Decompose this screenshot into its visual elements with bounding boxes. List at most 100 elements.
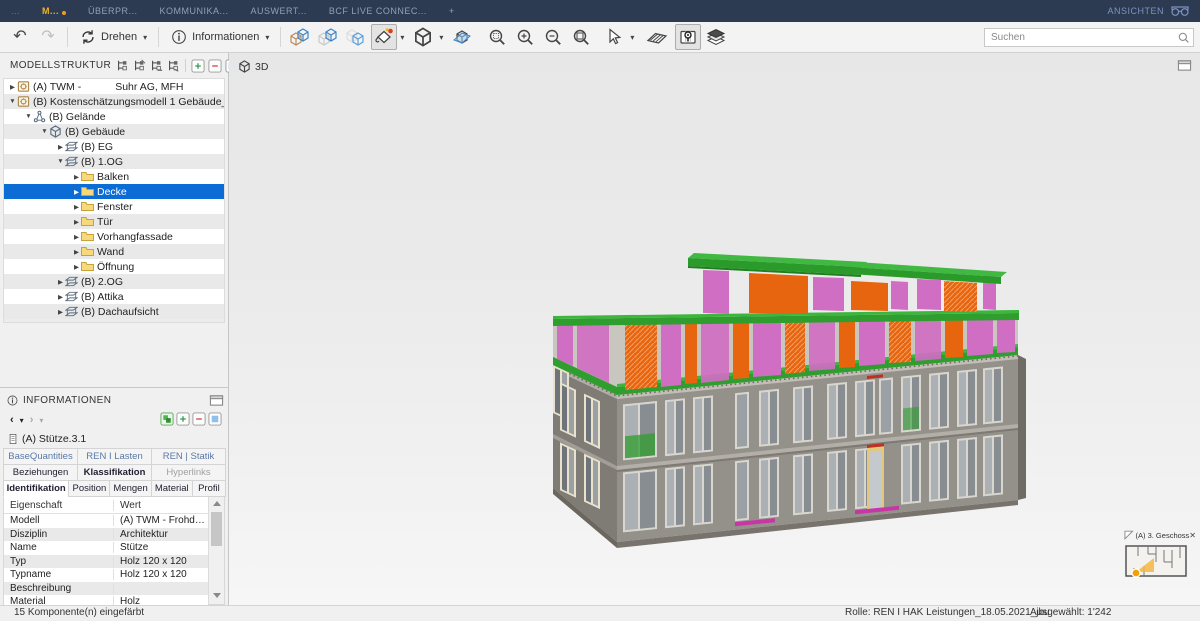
tab-bcf-live-connector[interactable]: BCF LIVE CONNEC...: [318, 6, 438, 16]
chevron-down-icon[interactable]: ▾: [400, 33, 404, 42]
minimap[interactable]: (A) 3. Geschoss ✕: [1124, 528, 1196, 596]
vertical-scrollbar[interactable]: [208, 497, 224, 604]
table-row[interactable]: TypnameHolz 120 x 120: [4, 568, 208, 582]
history-back-menu[interactable]: ▾: [20, 417, 24, 425]
corner-triangle-icon[interactable]: [1124, 530, 1134, 540]
tab-klassifikation[interactable]: Klassifikation: [77, 464, 152, 480]
zoom-in-button[interactable]: [512, 24, 538, 50]
entrance-door[interactable]: [867, 443, 884, 510]
window-icon[interactable]: [209, 393, 224, 408]
tab-ren-statik[interactable]: REN | Statik: [151, 448, 226, 464]
select-box-icon[interactable]: [208, 412, 222, 429]
hide-components-button[interactable]: [343, 24, 369, 50]
table-row[interactable]: NameStütze: [4, 541, 208, 555]
redo-button[interactable]: ↷: [35, 24, 61, 50]
remove-icon[interactable]: [192, 412, 206, 429]
zoom-out-button[interactable]: [540, 24, 566, 50]
penthouse-walls-orange-hatched[interactable]: [944, 281, 977, 312]
tab-identifikation[interactable]: Identifikation: [3, 480, 69, 497]
chevron-right-icon[interactable]: ▶: [72, 263, 81, 271]
chevron-right-icon[interactable]: ▶: [56, 293, 65, 301]
show-all-components-button[interactable]: [287, 24, 313, 50]
maximize-icon[interactable]: [1177, 59, 1192, 72]
remove-icon[interactable]: [207, 58, 222, 73]
colorize-components-icon[interactable]: [160, 412, 174, 429]
tab-hyperlinks[interactable]: Hyperlinks: [151, 464, 226, 480]
tree-item-tuer[interactable]: ▶ Tür: [4, 214, 224, 229]
scroll-thumb[interactable]: [211, 512, 222, 546]
tab-add-button[interactable]: +: [438, 6, 466, 16]
building-model[interactable]: [229, 53, 1200, 605]
table-row[interactable]: Modell(A) TWM - Frohdörfli, Suh...: [4, 514, 208, 528]
section-box-button[interactable]: [449, 24, 475, 50]
tree-item-dachaufsicht[interactable]: ▶ (B) Dachaufsicht: [4, 304, 224, 319]
chevron-right-icon[interactable]: ▶: [72, 188, 81, 196]
minimap-camera-marker[interactable]: [1132, 569, 1140, 577]
layers-button[interactable]: [703, 24, 729, 50]
scroll-up-icon[interactable]: [213, 501, 221, 506]
tree-item-balken[interactable]: ▶ Balken: [4, 169, 224, 184]
chevron-right-icon[interactable]: ▶: [72, 218, 81, 226]
chevron-right-icon[interactable]: ▶: [72, 233, 81, 241]
tree-item-twm[interactable]: ▶ (A) TWM -Suhr AG, MFH: [4, 79, 224, 94]
chevron-right-icon[interactable]: ▶: [72, 248, 81, 256]
chevron-down-icon[interactable]: ▾: [630, 33, 634, 42]
viewport-3d[interactable]: 3D: [229, 53, 1200, 605]
zoom-window-button[interactable]: [568, 24, 594, 50]
tree-item-attika[interactable]: ▶ (B) Attika: [4, 289, 224, 304]
view-cube-button[interactable]: [410, 24, 436, 50]
chevron-down-icon[interactable]: ▼: [24, 113, 33, 120]
minimap-floorplan[interactable]: [1124, 542, 1190, 582]
chevron-right-icon[interactable]: ▶: [56, 143, 65, 151]
selected-component-row[interactable]: (A) Stütze.3.1: [0, 431, 228, 448]
minimap-toggle-button[interactable]: [675, 24, 701, 50]
zoom-fit-button[interactable]: [484, 24, 510, 50]
collapse-tree-icon[interactable]: [132, 58, 147, 73]
tab-basequantities[interactable]: BaseQuantities: [3, 448, 78, 464]
tree-item-fenster[interactable]: ▶ Fenster: [4, 199, 224, 214]
undo-button[interactable]: ↶: [7, 24, 33, 50]
expand-tree-icon[interactable]: [115, 58, 130, 73]
tree-item-gelaende[interactable]: ▼ (B) Gelände: [4, 109, 224, 124]
informationen-menu-button[interactable]: Informationen ▾: [165, 24, 274, 50]
tab-auswertung[interactable]: AUSWERT...: [240, 6, 318, 16]
isolate-components-button[interactable]: [315, 24, 341, 50]
select-tool-button[interactable]: [601, 24, 627, 50]
locate-tree-icon[interactable]: [166, 58, 181, 73]
chevron-right-icon[interactable]: ▶: [56, 308, 65, 316]
sync-tree-icon[interactable]: [149, 58, 164, 73]
chevron-right-icon[interactable]: ▶: [56, 278, 65, 286]
table-row[interactable]: Beschreibung: [4, 582, 208, 596]
tree-item-1og[interactable]: ▼ (B) 1.OG: [4, 154, 224, 169]
tree-item-gebaeude[interactable]: ▼ (B) Gebäude: [4, 124, 224, 139]
chevron-down-icon[interactable]: ▼: [56, 158, 65, 165]
tab-profil[interactable]: Profil: [192, 480, 226, 497]
plane-tool-button[interactable]: [644, 24, 670, 50]
tree-item-vorhangfassade[interactable]: ▶ Vorhangfassade: [4, 229, 224, 244]
tab-mengen[interactable]: Mengen: [109, 480, 151, 497]
table-row[interactable]: DisziplinArchitektur: [4, 528, 208, 542]
add-icon[interactable]: [190, 58, 205, 73]
tab-ueberpruefung[interactable]: ÜBERPR...: [77, 6, 149, 16]
tab-kommunikation[interactable]: KOMMUNIKA...: [149, 6, 240, 16]
tree-item-eg[interactable]: ▶ (B) EG: [4, 139, 224, 154]
views-menu[interactable]: ANSICHTEN: [1107, 3, 1200, 19]
tree-item-wand[interactable]: ▶ Wand: [4, 244, 224, 259]
chevron-right-icon[interactable]: ▶: [72, 173, 81, 181]
history-forward-button[interactable]: ›: [30, 415, 34, 426]
tree-item-2og[interactable]: ▶ (B) 2.OG: [4, 274, 224, 289]
history-back-button[interactable]: ‹: [10, 415, 14, 426]
tab-beziehungen[interactable]: Beziehungen: [3, 464, 78, 480]
tab-active-m[interactable]: M...: [31, 6, 77, 16]
add-icon[interactable]: [176, 412, 190, 429]
chevron-down-icon[interactable]: ▼: [40, 128, 49, 135]
rotate-mode-button[interactable]: Drehen ▾: [74, 24, 152, 50]
tab-position[interactable]: Position: [68, 480, 110, 497]
scroll-down-icon[interactable]: [213, 593, 221, 598]
tab-material[interactable]: Material: [151, 480, 193, 497]
search-input[interactable]: [984, 28, 1194, 47]
tab-ren-lasten[interactable]: REN I Lasten: [77, 448, 152, 464]
table-row[interactable]: TypHolz 120 x 120: [4, 555, 208, 569]
chevron-right-icon[interactable]: ▶: [72, 203, 81, 211]
tab-overflow[interactable]: ...: [0, 6, 31, 16]
